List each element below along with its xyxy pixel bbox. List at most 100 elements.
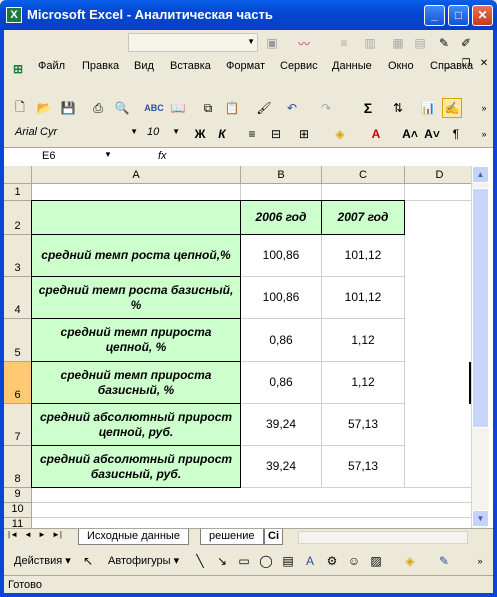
select-objects-icon[interactable]: ↖ <box>78 551 98 571</box>
grid-icon[interactable]: ▦ <box>388 33 408 53</box>
doc-restore-icon[interactable]: ❐ <box>456 53 476 73</box>
sort-icon[interactable]: ⇅ <box>388 98 408 118</box>
row-9-cells[interactable] <box>32 488 475 503</box>
scroll-up-button[interactable]: ▲ <box>472 166 489 183</box>
textbox-icon[interactable]: ▤ <box>278 551 298 571</box>
arrow-icon[interactable]: ↘ <box>212 551 232 571</box>
menu-tools[interactable]: Сервис <box>280 60 318 72</box>
autosum-icon[interactable]: Σ <box>358 98 378 118</box>
picture-icon[interactable]: ▨ <box>366 551 386 571</box>
italic-icon[interactable]: К <box>212 124 232 144</box>
menu-format[interactable]: Формат <box>226 60 265 72</box>
paragraph-icon[interactable]: ¶ <box>446 124 466 144</box>
cell-b2-year-2006[interactable]: 2006 год <box>240 200 322 235</box>
print-icon[interactable]: ⎙ <box>88 98 108 118</box>
align-icon[interactable]: ≡ <box>334 33 354 53</box>
formula-input[interactable] <box>182 150 488 164</box>
merge-cells-icon[interactable]: ⊟ <box>266 124 286 144</box>
faded-combo[interactable]: ▼ <box>128 33 258 52</box>
borders-icon[interactable]: ⊞ <box>294 124 314 144</box>
minimize-button[interactable]: _ <box>424 5 445 26</box>
line-color-icon[interactable]: ✎ <box>434 551 454 571</box>
menu-edit[interactable]: Правка <box>82 60 119 72</box>
toolbar-options-icon-2[interactable]: » <box>474 124 494 144</box>
print-preview-icon[interactable]: 🔍 <box>112 98 132 118</box>
cell-c1[interactable] <box>322 184 405 201</box>
menu-data[interactable]: Данные <box>332 60 372 72</box>
undo-icon[interactable]: ↶ <box>282 98 302 118</box>
close-button[interactable]: ✕ <box>472 5 493 26</box>
actions-menu[interactable]: Действия ▾ <box>14 554 71 567</box>
menu-insert[interactable]: Вставка <box>170 60 211 72</box>
cell-b7[interactable]: 39,24 <box>241 404 322 446</box>
autoshapes-menu[interactable]: Автофигуры ▾ <box>108 554 179 567</box>
cell-c4[interactable]: 101,12 <box>322 277 405 319</box>
maximize-button[interactable]: □ <box>448 5 469 26</box>
paste-icon[interactable]: 📋 <box>222 98 242 118</box>
cell-a2[interactable] <box>31 200 241 235</box>
doc-close-icon[interactable]: ✕ <box>474 53 494 73</box>
tab-prev-icon[interactable]: ◄ <box>24 530 32 539</box>
drawing-toggle-icon[interactable]: ✍ <box>442 98 462 118</box>
row-header-1[interactable]: 1 <box>4 184 32 201</box>
column-header-b[interactable]: B <box>241 166 322 184</box>
tab-current[interactable]: Сі <box>264 529 283 545</box>
row-header-11[interactable]: 11 <box>4 518 32 528</box>
insert-function-icon[interactable]: fx <box>158 150 167 162</box>
rectangle-icon[interactable]: ▭ <box>234 551 254 571</box>
align-center-icon[interactable]: ≡ <box>242 124 262 144</box>
cell-d1[interactable] <box>405 184 475 201</box>
menu-window[interactable]: Окно <box>388 60 414 72</box>
excel-app-icon[interactable]: X <box>6 7 22 23</box>
cell-a6[interactable]: средний темп прироста базисный, % <box>31 361 241 404</box>
cell-c8[interactable]: 57,13 <box>322 446 405 488</box>
cell-b5[interactable]: 0,86 <box>241 319 322 362</box>
row-header-6[interactable]: 6 <box>4 362 32 404</box>
open-icon[interactable]: 📂 <box>34 98 54 118</box>
toolbar-options-icon[interactable]: » <box>474 98 494 118</box>
bold-icon[interactable]: Ж <box>190 124 210 144</box>
format-painter-icon[interactable]: 🖌 <box>254 98 274 118</box>
row-header-10[interactable]: 10 <box>4 503 32 518</box>
name-box-dropdown-icon[interactable]: ▼ <box>104 150 112 159</box>
cell-c3[interactable]: 101,12 <box>322 235 405 277</box>
clipart-icon[interactable]: ☺ <box>344 551 364 571</box>
decrease-font-icon[interactable]: A˅ <box>422 124 442 144</box>
cell-a8[interactable]: средний абсолютный прирост базисный, руб… <box>31 445 241 488</box>
scroll-down-button[interactable]: ▼ <box>472 510 489 527</box>
cell-b3[interactable]: 100,86 <box>241 235 322 277</box>
doc-minimize-icon[interactable]: _ <box>438 53 458 73</box>
document-icon[interactable]: ⊞ <box>8 59 28 79</box>
tab-source-data[interactable]: Исходные данные <box>78 529 189 545</box>
row-header-5[interactable]: 5 <box>4 319 32 362</box>
menu-file[interactable]: Файл <box>38 60 65 72</box>
cell-c5[interactable]: 1,12 <box>322 319 405 362</box>
font-color-icon[interactable]: A <box>366 124 386 144</box>
cell-a1[interactable] <box>32 184 241 201</box>
menu-view[interactable]: Вид <box>134 60 154 72</box>
row-header-7[interactable]: 7 <box>4 404 32 446</box>
save-icon[interactable]: 💾 <box>58 98 78 118</box>
row-header-8[interactable]: 8 <box>4 446 32 488</box>
tab-solution[interactable]: решение <box>200 529 264 545</box>
table-icon[interactable]: ▤ <box>410 33 430 53</box>
cell-b6[interactable]: 0,86 <box>241 362 322 404</box>
cell-c2-year-2007[interactable]: 2007 год <box>321 200 405 235</box>
new-icon[interactable]: 🗋 <box>10 98 30 118</box>
cell-a3[interactable]: средний темп роста цепной,% <box>31 234 241 277</box>
name-box[interactable]: E6 <box>42 150 55 162</box>
vertical-scrollbar[interactable]: ▲ ▼ <box>471 166 489 528</box>
column-d-range[interactable] <box>405 201 475 488</box>
copy-icon[interactable]: ⧉ <box>198 98 218 118</box>
line-icon[interactable]: ╲ <box>190 551 210 571</box>
pen-icon[interactable]: ✎ <box>434 33 454 53</box>
redo-icon[interactable]: ↷ <box>316 98 336 118</box>
column-header-d[interactable]: D <box>405 166 475 184</box>
scroll-thumb[interactable] <box>472 188 489 428</box>
row-10-cells[interactable] <box>32 503 475 518</box>
wordart-icon[interactable]: A <box>300 551 320 571</box>
tab-next-icon[interactable]: ► <box>38 530 46 539</box>
row-header-2[interactable]: 2 <box>4 201 32 235</box>
eraser-icon[interactable]: ✐ <box>456 33 476 53</box>
horizontal-scrollbar[interactable] <box>298 531 468 544</box>
